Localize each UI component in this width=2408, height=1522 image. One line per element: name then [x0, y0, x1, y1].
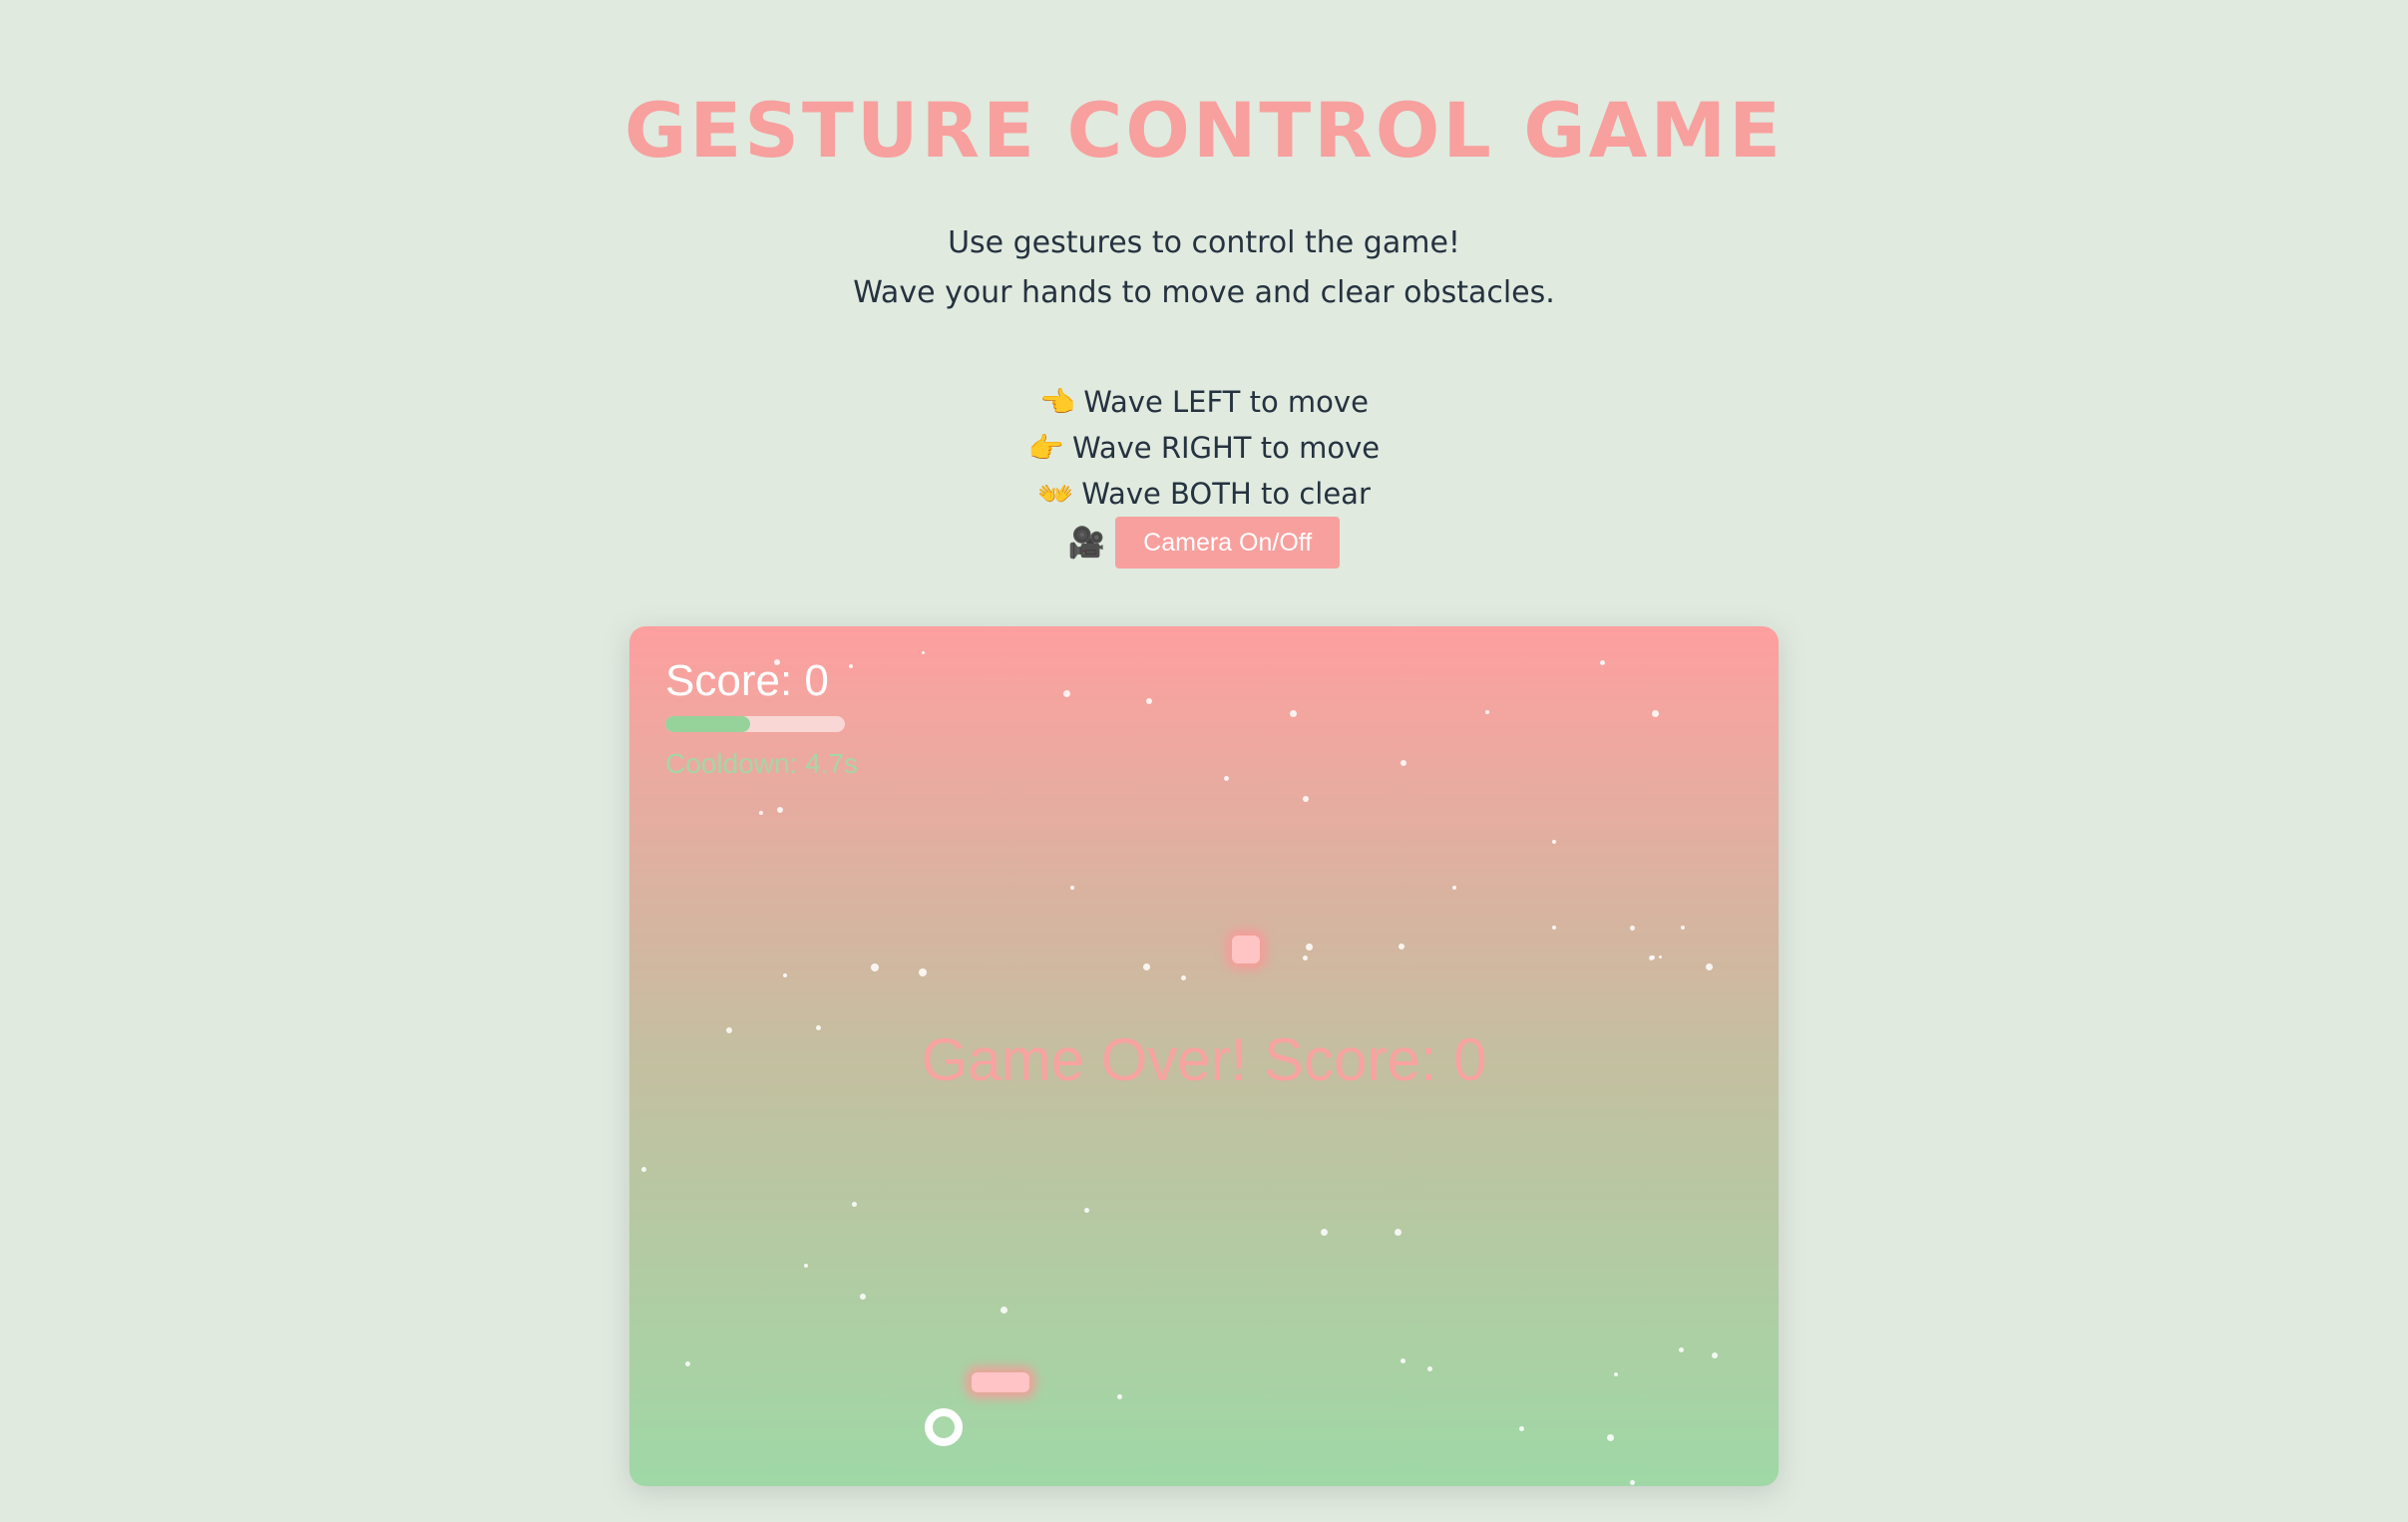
star — [1519, 1426, 1524, 1431]
star — [849, 664, 853, 668]
star — [1706, 963, 1713, 970]
star — [777, 807, 783, 813]
star — [871, 963, 879, 971]
star — [1084, 1208, 1089, 1213]
star — [641, 1167, 646, 1172]
star — [1681, 926, 1685, 930]
point-left-icon: 👈 — [1039, 385, 1076, 419]
star — [1679, 1347, 1684, 1352]
star — [1630, 926, 1635, 931]
star — [922, 651, 925, 654]
star — [1303, 955, 1308, 960]
star — [1630, 1480, 1635, 1485]
star — [1290, 710, 1297, 717]
star — [1607, 1434, 1614, 1441]
star — [1552, 926, 1556, 930]
instruction-both: 👐 Wave BOTH to clear — [0, 477, 2408, 512]
subtitle-line-2: Wave your hands to move and clear obstac… — [853, 275, 1555, 310]
star — [1401, 760, 1406, 766]
star — [1614, 1372, 1618, 1376]
player-paddle — [972, 1372, 1029, 1392]
ball — [925, 1408, 963, 1446]
instruction-text: Wave BOTH to clear — [1081, 477, 1371, 511]
cooldown-bar-fill — [665, 716, 750, 732]
star — [1146, 698, 1152, 704]
obstacle — [1232, 936, 1260, 963]
star — [1652, 710, 1659, 717]
star — [804, 1264, 808, 1268]
star — [1070, 886, 1074, 890]
page-title: GESTURE CONTROL GAME — [623, 86, 1785, 175]
instruction-left: 👈 Wave LEFT to move — [0, 385, 2408, 420]
star — [1063, 690, 1070, 697]
star — [1427, 1366, 1432, 1371]
star — [1395, 1229, 1402, 1236]
star — [1143, 963, 1150, 970]
star — [1303, 796, 1309, 802]
star — [783, 973, 787, 977]
star — [685, 1361, 690, 1366]
open-hands-icon: 👐 — [1037, 477, 1074, 511]
star — [1001, 1307, 1007, 1314]
star — [1712, 1352, 1718, 1358]
star — [1485, 710, 1489, 714]
game-canvas[interactable]: Score: 0 Cooldown: 4.7s Game Over! Score… — [629, 626, 1779, 1486]
cooldown-text: Cooldown: 4.7s — [665, 748, 859, 779]
star — [1224, 776, 1229, 781]
cooldown-bar — [665, 716, 845, 732]
instruction-text: Wave RIGHT to move — [1072, 431, 1381, 465]
star — [1399, 944, 1405, 950]
star — [1659, 955, 1662, 958]
instruction-right: 👉 Wave RIGHT to move — [0, 431, 2408, 466]
score-display: Score: 0 — [665, 656, 829, 705]
game-over-text: Game Over! Score: 0 — [921, 1026, 1487, 1093]
point-right-icon: 👉 — [1027, 431, 1065, 465]
star — [1649, 955, 1654, 960]
subtitle-line-1: Use gestures to control the game! — [948, 225, 1460, 260]
star — [1181, 975, 1186, 980]
camera-toggle-button[interactable]: Camera On/Off — [1115, 517, 1341, 569]
star — [852, 1202, 857, 1207]
star — [1401, 1358, 1405, 1363]
star — [1452, 886, 1456, 890]
camera-icon: 🎥 — [1067, 525, 1106, 561]
star — [1117, 1394, 1122, 1399]
instruction-text: Wave LEFT to move — [1083, 385, 1369, 419]
star — [1600, 660, 1605, 665]
star — [1306, 944, 1313, 951]
star — [1552, 840, 1556, 844]
star — [759, 811, 763, 815]
star — [1321, 1229, 1328, 1236]
star — [860, 1294, 866, 1300]
star — [919, 968, 927, 976]
camera-row: 🎥 Camera On/Off — [0, 517, 2408, 569]
